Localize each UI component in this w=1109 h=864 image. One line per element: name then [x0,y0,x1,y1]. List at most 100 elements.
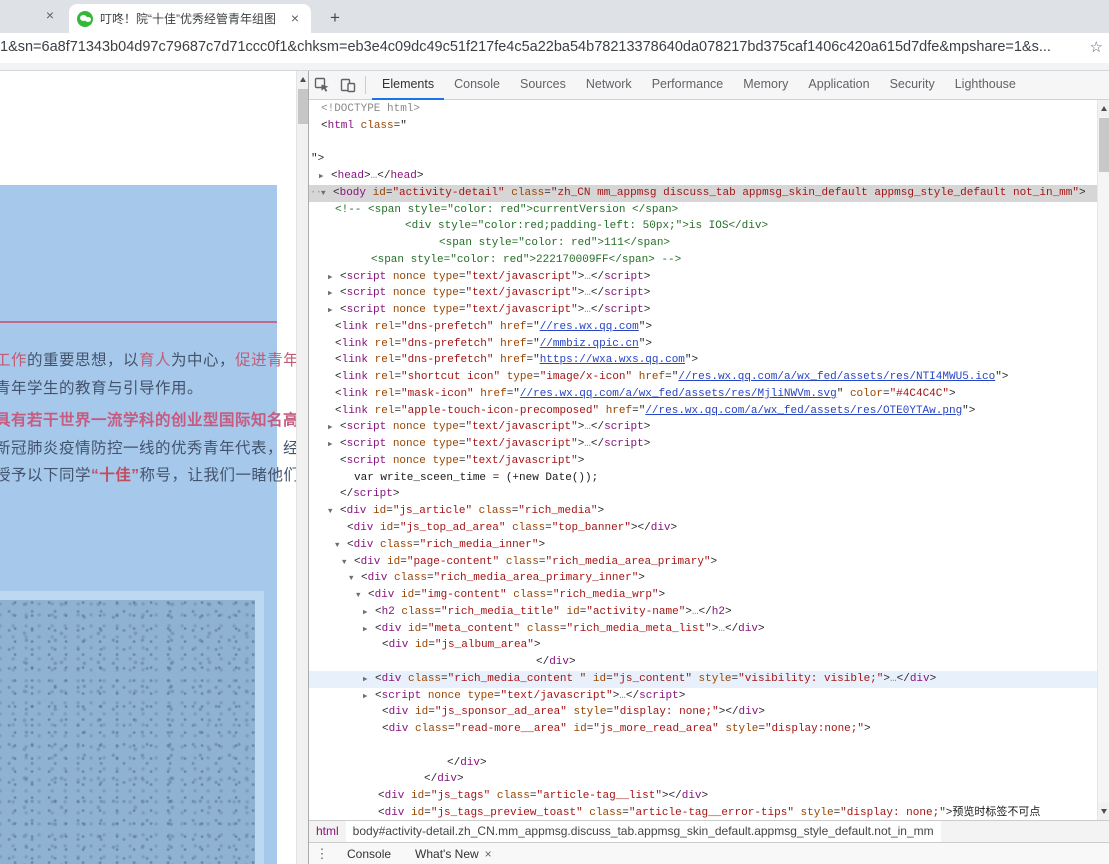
elements-tree-row[interactable]: ▶<div class="rich_media_content " id="js… [309,671,1097,688]
tab-close-icon[interactable]: × [42,8,58,24]
elements-tree[interactable]: <!DOCTYPE html><html class=" ">▶<head>…</… [309,100,1097,820]
expand-arrow-icon[interactable]: ▶ [328,303,333,319]
elements-tree-row[interactable] [309,738,1097,755]
tab-inactive-partial[interactable]: × [0,0,66,33]
collapse-arrow-icon[interactable]: ▼ [328,504,333,520]
elements-tree-row[interactable]: ▼<div id="js_article" class="rich_media"… [309,503,1097,520]
elements-tree-row[interactable]: <link rel="mask-icon" href="//res.wx.qq.… [309,386,1097,403]
elements-tree-row[interactable]: "> [309,151,1097,168]
devtools-tab-elements[interactable]: Elements [372,71,444,100]
url-bar: 1&sn=6a8f71343b04d97c79687c7d71ccc0f1&ch… [0,33,1109,63]
elements-tree-row[interactable]: <script nonce type="text/javascript"> [309,453,1097,470]
web-page-viewport[interactable]: 工作的重要思想，以育人为中心，促进青年青年学生的教育与引导作用。具有若干世界一流… [0,71,296,864]
devtools-tab-application[interactable]: Application [798,71,879,100]
elements-tree-row[interactable]: ▶<script nonce type="text/javascript">…<… [309,436,1097,453]
inspect-element-icon[interactable] [309,73,335,97]
elements-tree-row[interactable]: ▶<head>…</head> [309,168,1097,185]
page-scrollbar[interactable] [296,71,308,864]
drawer-menu-icon[interactable]: ⋮ [309,846,335,862]
expand-arrow-icon[interactable]: ▶ [328,270,333,286]
bookmark-star-icon[interactable]: ☆ [1090,38,1103,56]
elements-tree-row[interactable]: ▼<div class="rich_media_area_primary_inn… [309,570,1097,587]
elements-tree-row[interactable]: ▶<h2 class="rich_media_title" id="activi… [309,604,1097,621]
elements-tree-row[interactable]: </div> [309,771,1097,788]
tab-close-icon[interactable]: × [287,11,303,27]
devtools-tab-security[interactable]: Security [880,71,945,100]
elements-tree-row[interactable]: ▶<script nonce type="text/javascript">…<… [309,285,1097,302]
elements-tree-row[interactable] [309,135,1097,152]
drawer-tab-what-s-new[interactable]: What's New× [403,843,504,864]
url-input[interactable]: 1&sn=6a8f71343b04d97c79687c7d71ccc0f1&ch… [0,39,1078,55]
elements-tree-row[interactable]: <div id="js_sponsor_ad_area" style="disp… [309,704,1097,721]
elements-tree-row[interactable]: <div id="js_tags" class="article-tag__li… [309,788,1097,805]
collapse-arrow-icon[interactable]: ▼ [321,186,326,202]
expand-arrow-icon[interactable]: ▶ [319,169,324,185]
expand-arrow-icon[interactable]: ▶ [328,420,333,436]
resource-link[interactable]: //res.wx.qq.com/a/wx_fed/assets/res/OTE0… [645,405,962,417]
devtools-tab-console[interactable]: Console [444,71,510,100]
article-text-line: 具有若干世界一流学科的创业型国际知名高 [0,410,295,431]
scroll-up-button[interactable] [1098,100,1109,117]
tab-active[interactable]: 叮咚！院“十佳”优秀经管青年组图 × [69,4,311,33]
elements-tree-row[interactable]: ▼<div class="rich_media_inner"> [309,537,1097,554]
expand-arrow-icon[interactable]: ▶ [363,605,368,621]
devtools-tab-memory[interactable]: Memory [733,71,798,100]
devtools-tab-lighthouse[interactable]: Lighthouse [945,71,1026,100]
elements-tree-row[interactable]: <html class=" [309,118,1097,135]
breadcrumb-item[interactable]: body#activity-detail.zh_CN.mm_appmsg.dis… [346,821,941,842]
elements-tree-row[interactable]: <link rel="dns-prefetch" href="https://w… [309,352,1097,369]
elements-tree-row[interactable]: </div> [309,654,1097,671]
elements-tree-row[interactable]: <link rel="dns-prefetch" href="//mmbiz.q… [309,336,1097,353]
elements-tree-row[interactable]: <link rel="dns-prefetch" href="//res.wx.… [309,319,1097,336]
elements-tree-row[interactable]: <span style="color: red">222170009FF</sp… [309,252,1097,269]
expand-arrow-icon[interactable]: ▶ [363,689,368,705]
elements-tree-row[interactable]: <!-- <span style="color: red">currentVer… [309,202,1097,219]
new-tab-button[interactable]: + [322,5,348,31]
drawer-tab-console[interactable]: Console [335,843,403,864]
elements-tree-row[interactable]: ▼<div id="page-content" class="rich_medi… [309,554,1097,571]
elements-tree-row[interactable]: <div style="color:red;padding-left: 50px… [309,218,1097,235]
resource-link[interactable]: //res.wx.qq.com/a/wx_fed/assets/res/NTI4… [678,371,995,383]
elements-tree-row[interactable]: ···▼<body id="activity-detail" class="zh… [309,185,1097,202]
expand-arrow-icon[interactable]: ▶ [328,437,333,453]
elements-tree-row[interactable]: <div id="js_album_area"> [309,637,1097,654]
scroll-down-button[interactable] [1098,803,1109,820]
elements-tree-row[interactable]: <div id="js_tags_preview_toast" class="a… [309,805,1097,820]
breadcrumb-item[interactable]: html [309,821,346,842]
elements-tree-row[interactable]: ▶<script nonce type="text/javascript">…<… [309,302,1097,319]
elements-tree-row[interactable]: </div> [309,755,1097,772]
elements-tree-row[interactable]: <div class="read-more__area" id="js_more… [309,721,1097,738]
drawer-tab-close-icon[interactable]: × [485,844,492,864]
devtools-tab-sources[interactable]: Sources [510,71,576,100]
scrollbar-thumb[interactable] [1099,118,1109,172]
elements-tree-row[interactable]: ▶<div id="meta_content" class="rich_medi… [309,621,1097,638]
device-toolbar-icon[interactable] [335,73,361,97]
resource-link[interactable]: https://wxa.wxs.qq.com [540,354,685,366]
elements-breadcrumb: htmlbody#activity-detail.zh_CN.mm_appmsg… [309,820,1109,842]
resource-link[interactable]: //res.wx.qq.com/a/wx_fed/assets/res/Mjli… [520,388,837,400]
resource-link[interactable]: //res.wx.qq.com [540,321,639,333]
elements-tree-row[interactable]: ▶<script nonce type="text/javascript">…<… [309,688,1097,705]
collapse-arrow-icon[interactable]: ▼ [356,588,361,604]
devtools-tab-network[interactable]: Network [576,71,642,100]
elements-tree-row[interactable]: <link rel="shortcut icon" type="image/x-… [309,369,1097,386]
scrollbar-thumb[interactable] [298,89,308,124]
expand-arrow-icon[interactable]: ▶ [328,286,333,302]
elements-tree-row[interactable]: <span style="color: red">111</span> [309,235,1097,252]
collapse-arrow-icon[interactable]: ▼ [349,571,354,587]
elements-scrollbar[interactable] [1097,100,1109,820]
elements-tree-row[interactable]: <div id="js_top_ad_area" class="top_bann… [309,520,1097,537]
expand-arrow-icon[interactable]: ▶ [363,622,368,638]
elements-tree-row[interactable]: var write_sceen_time = (+new Date()); [309,470,1097,487]
collapse-arrow-icon[interactable]: ▼ [342,555,347,571]
elements-tree-row[interactable]: </script> [309,486,1097,503]
resource-link[interactable]: //mmbiz.qpic.cn [540,338,639,350]
elements-tree-row[interactable]: <!DOCTYPE html> [309,101,1097,118]
elements-tree-row[interactable]: ▶<script nonce type="text/javascript">…<… [309,269,1097,286]
devtools-tab-performance[interactable]: Performance [642,71,734,100]
elements-tree-row[interactable]: <link rel="apple-touch-icon-precomposed"… [309,403,1097,420]
collapse-arrow-icon[interactable]: ▼ [335,538,340,554]
elements-tree-row[interactable]: ▶<script nonce type="text/javascript">…<… [309,419,1097,436]
expand-arrow-icon[interactable]: ▶ [363,672,368,688]
elements-tree-row[interactable]: ▼<div id="img-content" class="rich_media… [309,587,1097,604]
